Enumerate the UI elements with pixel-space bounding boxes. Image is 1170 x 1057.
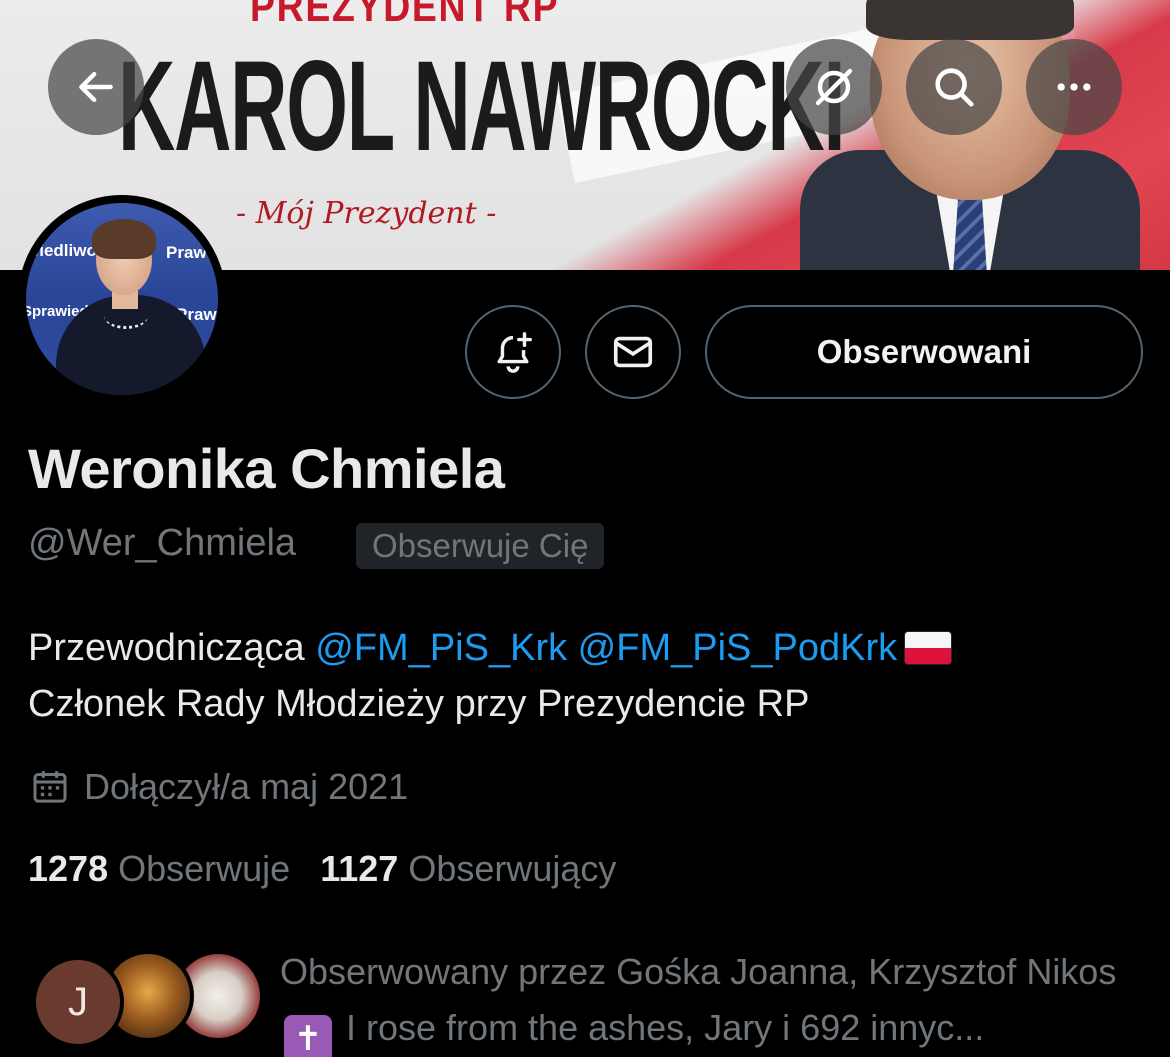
banner-tagline: - Mój Prezydent -	[236, 196, 497, 231]
follows-you-badge: Obserwuje Cię	[356, 523, 605, 569]
profile-bio: Przewodnicząca @FM_PiS_Krk @FM_PiS_PodKr…	[28, 620, 1148, 732]
profile-avatar[interactable]: Prawo wiedliwość Sprawiedliwość Prawo i	[18, 195, 226, 403]
message-button[interactable]	[585, 305, 681, 399]
following-count: 1278	[28, 848, 109, 889]
followers-you-know[interactable]: J Obserwowany przez Gośka Joanna, Krzysz…	[28, 944, 1160, 1057]
latin-cross-icon: ✝	[284, 1015, 332, 1057]
join-date: Dołączył/a maj 2021	[30, 764, 408, 810]
followers-count: 1127	[320, 848, 399, 889]
bio-line-2: Członek Rady Młodzieży przy Prezydencie …	[28, 683, 810, 725]
grok-icon	[815, 68, 853, 106]
join-date-text: Dołączył/a maj 2021	[84, 766, 409, 807]
fyk-text-part-1: Obserwowany przez Gośka Joanna, Krzyszto…	[280, 951, 1117, 992]
followers-stat[interactable]: 1127 Obserwujący	[320, 848, 616, 890]
more-button[interactable]	[1026, 39, 1122, 135]
followers-label: Obserwujący	[408, 848, 617, 889]
following-stat[interactable]: 1278 Obserwuje	[28, 848, 290, 890]
bio-title: Przewodnicząca	[28, 627, 305, 669]
arrow-left-icon	[79, 71, 113, 103]
bio-mention-link[interactable]: @FM_PiS_Krk	[315, 627, 567, 669]
banner-name: KAROL NAWROCKI	[118, 35, 845, 178]
avatar-bg-text-1: Prawo	[166, 243, 218, 262]
bio-mention-link[interactable]: @FM_PiS_PodKrk	[578, 627, 897, 669]
notifications-button[interactable]	[465, 305, 561, 399]
follow-stats: 1278 Obserwuje 1127 Obserwujący	[28, 848, 616, 890]
display-name: Weronika Chmiela	[28, 437, 505, 500]
banner-supertitle: PREZYDENT RP	[250, 0, 560, 31]
following-label: Obserwuje	[118, 848, 291, 889]
search-icon	[935, 68, 974, 107]
more-horizontal-icon	[1057, 83, 1091, 91]
followers-you-know-text: Obserwowany przez Gośka Joanna, Krzyszto…	[280, 944, 1160, 1057]
avatar-photo: Prawo wiedliwość Sprawiedliwość Prawo i	[26, 203, 218, 395]
mutual-follower-avatar: J	[32, 956, 124, 1048]
grok-button[interactable]	[786, 39, 882, 135]
bell-plus-icon	[497, 332, 532, 373]
envelope-icon	[613, 336, 653, 368]
fyk-text-part-2: I rose from the ashes, Jary i 692 innyc.…	[346, 1007, 985, 1048]
following-button[interactable]: Obserwowani	[705, 305, 1143, 399]
search-button[interactable]	[906, 39, 1002, 135]
poland-flag-icon	[905, 632, 952, 664]
back-button[interactable]	[48, 39, 144, 135]
calendar-icon	[33, 771, 67, 803]
user-handle: @Wer_Chmiela	[28, 522, 297, 564]
bio-line-1: Przewodnicząca @FM_PiS_Krk @FM_PiS_PodKr…	[28, 620, 1148, 676]
